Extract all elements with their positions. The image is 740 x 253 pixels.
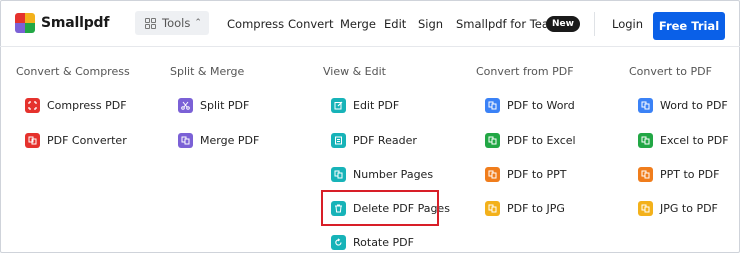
ppt-icon — [485, 166, 500, 182]
top-navbar: Smallpdf Tools ⌃ Compress Convert Merge … — [0, 0, 740, 47]
menu-item-label: Split PDF — [200, 98, 250, 112]
header-divider — [594, 12, 595, 36]
merge-icon — [178, 132, 193, 148]
menu-item-pdf-reader[interactable]: PDF Reader — [331, 131, 417, 149]
menu-item-label: PPT to PDF — [660, 167, 720, 181]
menu-item-label: PDF to Word — [507, 98, 575, 112]
tools-menu-button[interactable]: Tools ⌃ — [135, 11, 209, 35]
reader-icon — [331, 132, 346, 148]
excel-icon — [638, 132, 653, 148]
menu-item-label: PDF to JPG — [507, 201, 565, 215]
menu-item-number-pages[interactable]: Number Pages — [331, 165, 433, 183]
menu-item-merge-pdf[interactable]: Merge PDF — [178, 131, 259, 149]
nav-edit[interactable]: Edit — [384, 17, 406, 31]
new-badge: New — [546, 16, 580, 32]
excel-icon — [485, 132, 500, 148]
jpg-icon — [638, 200, 653, 216]
menu-item-pdf-to-jpg[interactable]: PDF to JPG — [485, 199, 565, 217]
menu-item-label: PDF to PPT — [507, 167, 567, 181]
compress-icon — [25, 97, 40, 113]
menu-item-label: Word to PDF — [660, 98, 728, 112]
number-pages-icon — [331, 166, 346, 182]
menu-item-label: Edit PDF — [353, 98, 400, 112]
nav-sign[interactable]: Sign — [418, 17, 443, 31]
login-link[interactable]: Login — [612, 17, 643, 31]
menu-item-label: Compress PDF — [47, 98, 127, 112]
menu-item-label: JPG to PDF — [660, 201, 718, 215]
column-title-convert-to-pdf: Convert to PDF — [629, 65, 712, 78]
free-trial-button[interactable]: Free Trial — [653, 12, 725, 40]
rotate-icon — [331, 234, 346, 250]
word-icon — [485, 97, 500, 113]
column-title-view-edit: View & Edit — [323, 65, 386, 78]
tools-label: Tools — [162, 16, 191, 30]
menu-item-jpg-to-pdf[interactable]: JPG to PDF — [638, 199, 718, 217]
nav-merge[interactable]: Merge — [340, 17, 376, 31]
menu-item-pdf-to-excel[interactable]: PDF to Excel — [485, 131, 576, 149]
grid-icon — [145, 17, 156, 29]
menu-item-ppt-to-pdf[interactable]: PPT to PDF — [638, 165, 719, 183]
converter-icon — [25, 132, 40, 148]
menu-item-pdf-to-ppt[interactable]: PDF to PPT — [485, 165, 566, 183]
brand-name: Smallpdf — [41, 15, 110, 31]
menu-item-label: Merge PDF — [200, 133, 260, 147]
menu-item-rotate-pdf[interactable]: Rotate PDF — [331, 233, 414, 251]
menu-item-label: Rotate PDF — [353, 235, 414, 249]
logo[interactable]: Smallpdf — [15, 13, 109, 33]
menu-item-word-to-pdf[interactable]: Word to PDF — [638, 96, 728, 114]
chevron-up-icon: ⌃ — [194, 18, 202, 28]
smallpdf-logo-icon — [15, 13, 35, 33]
edit-icon — [331, 97, 346, 113]
menu-item-edit-pdf[interactable]: Edit PDF — [331, 96, 399, 114]
menu-item-excel-to-pdf[interactable]: Excel to PDF — [638, 131, 729, 149]
menu-item-label: Excel to PDF — [660, 133, 729, 147]
nav-convert[interactable]: Convert — [288, 17, 333, 31]
nav-compress[interactable]: Compress — [227, 17, 284, 31]
menu-item-label: PDF Reader — [353, 133, 417, 147]
jpg-icon — [485, 200, 500, 216]
menu-item-label: Number Pages — [353, 167, 434, 181]
menu-item-label: PDF Converter — [47, 133, 127, 147]
menu-item-pdf-to-word[interactable]: PDF to Word — [485, 96, 575, 114]
menu-item-label: PDF to Excel — [507, 133, 576, 147]
column-title-convert-compress: Convert & Compress — [16, 65, 130, 78]
ppt-icon — [638, 166, 653, 182]
word-icon — [638, 97, 653, 113]
highlight-box — [321, 190, 439, 226]
menu-item-compress-pdf[interactable]: Compress PDF — [25, 96, 127, 114]
scissors-icon — [178, 97, 193, 113]
menu-item-split-pdf[interactable]: Split PDF — [178, 96, 249, 114]
menu-item-pdf-converter[interactable]: PDF Converter — [25, 131, 127, 149]
column-title-convert-from-pdf: Convert from PDF — [476, 65, 574, 78]
column-title-split-merge: Split & Merge — [170, 65, 245, 78]
